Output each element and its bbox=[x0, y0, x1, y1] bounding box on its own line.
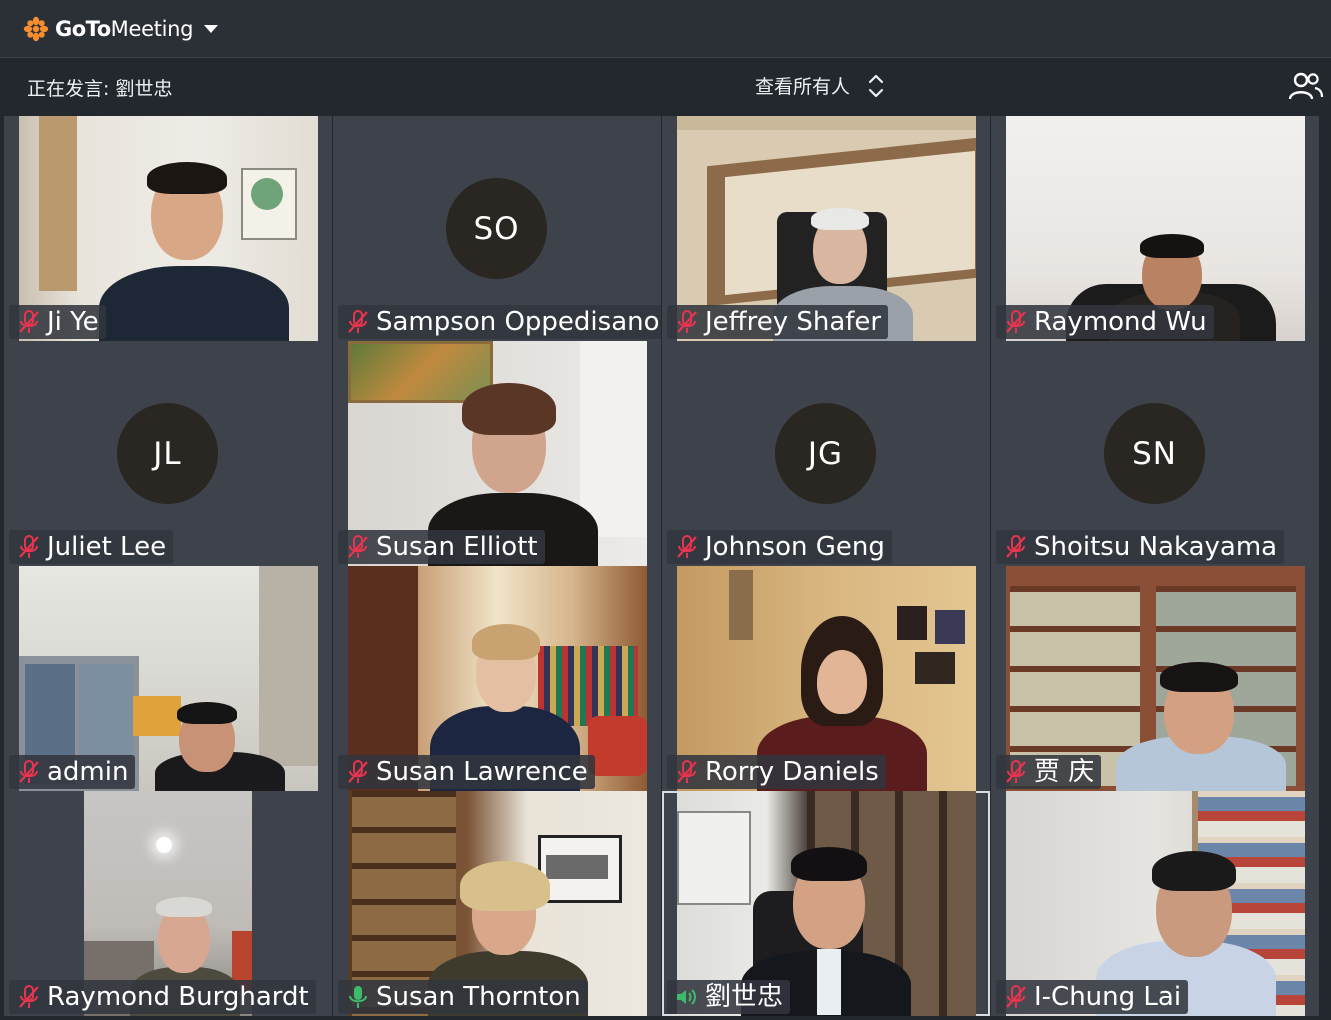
sort-updown-icon bbox=[868, 74, 884, 97]
participant-name-tag: I-Chung Lai bbox=[996, 980, 1189, 1014]
microphone-muted-icon bbox=[17, 309, 41, 335]
participant-name-tag: Susan Thornton bbox=[338, 980, 588, 1014]
people-icon bbox=[1288, 72, 1324, 100]
participant-name: Jeffrey Shafer bbox=[705, 307, 882, 337]
brand-name-regular: Meeting bbox=[110, 16, 194, 41]
participant-tile[interactable]: Susan Thornton bbox=[333, 791, 661, 1016]
participant-tile[interactable]: Susan Elliott bbox=[333, 341, 661, 566]
participant-name-tag: Susan Lawrence bbox=[338, 755, 595, 789]
microphone-muted-icon bbox=[675, 759, 699, 785]
microphone-muted-icon bbox=[1004, 759, 1028, 785]
participant-name: Susan Thornton bbox=[376, 982, 581, 1012]
speaker-active-icon bbox=[675, 984, 699, 1010]
participant-avatar: JG bbox=[775, 403, 876, 504]
participant-name-tag: Johnson Geng bbox=[667, 530, 892, 564]
participant-name-tag: Susan Elliott bbox=[338, 530, 545, 564]
microphone-muted-icon bbox=[17, 984, 41, 1010]
participant-tile[interactable]: I-Chung Lai bbox=[991, 791, 1319, 1016]
microphone-muted-icon bbox=[17, 534, 41, 560]
participant-name: Johnson Geng bbox=[705, 532, 885, 562]
view-selector-label: 查看所有人 bbox=[755, 76, 851, 98]
participant-name: Susan Lawrence bbox=[376, 757, 588, 787]
participant-name: 劉世忠 bbox=[705, 982, 784, 1012]
participant-tile[interactable]: Raymond Burghardt bbox=[4, 791, 332, 1016]
microphone-muted-icon bbox=[1004, 984, 1028, 1010]
participant-tile[interactable]: Raymond Wu bbox=[991, 116, 1319, 341]
participants-button[interactable] bbox=[1288, 71, 1324, 105]
participant-name: 贾 庆 bbox=[1034, 757, 1095, 787]
view-selector[interactable]: 查看所有人 bbox=[755, 72, 884, 99]
participant-name: Shoitsu Nakayama bbox=[1034, 532, 1278, 562]
participant-tile[interactable]: Ji Ye bbox=[4, 116, 332, 341]
participant-name: Susan Elliott bbox=[376, 532, 538, 562]
participant-name-tag: admin bbox=[9, 755, 136, 789]
microphone-unmuted-icon bbox=[346, 984, 370, 1010]
participant-name: Ji Ye bbox=[47, 307, 99, 337]
participant-tile[interactable]: SO Sampson Oppedisano bbox=[333, 116, 661, 341]
participant-name: Juliet Lee bbox=[47, 532, 167, 562]
participant-name: Rorry Daniels bbox=[705, 757, 879, 787]
participant-tile[interactable]: Susan Lawrence bbox=[333, 566, 661, 791]
microphone-muted-icon bbox=[1004, 534, 1028, 560]
participant-name-tag: Juliet Lee bbox=[9, 530, 174, 564]
participant-name-tag: Sampson Oppedisano bbox=[338, 305, 661, 339]
participant-name: admin bbox=[47, 757, 129, 787]
participant-tile[interactable]: SN Shoitsu Nakayama bbox=[991, 341, 1319, 566]
participant-name: Raymond Wu bbox=[1034, 307, 1207, 337]
goto-logo-icon bbox=[23, 16, 49, 41]
participant-name: Raymond Burghardt bbox=[47, 982, 309, 1012]
participant-name: Sampson Oppedisano bbox=[376, 307, 660, 337]
speaker-bar: 正在发言: 劉世忠 查看所有人 bbox=[0, 58, 1331, 114]
participant-name-tag: Ji Ye bbox=[9, 305, 106, 339]
participant-tile[interactable]: JL Juliet Lee bbox=[4, 341, 332, 566]
participant-tile[interactable]: admin bbox=[4, 566, 332, 791]
participant-tile[interactable]: Jeffrey Shafer bbox=[662, 116, 990, 341]
microphone-muted-icon bbox=[346, 759, 370, 785]
participant-avatar: JL bbox=[117, 403, 218, 504]
microphone-muted-icon bbox=[1004, 309, 1028, 335]
participant-avatar: SO bbox=[446, 178, 547, 279]
participant-name-tag: Raymond Burghardt bbox=[9, 980, 316, 1014]
participant-name: I-Chung Lai bbox=[1034, 982, 1182, 1012]
microphone-muted-icon bbox=[675, 309, 699, 335]
microphone-muted-icon bbox=[17, 759, 41, 785]
participant-tile[interactable]: JG Johnson Geng bbox=[662, 341, 990, 566]
microphone-muted-icon bbox=[675, 534, 699, 560]
participant-name-tag: 劉世忠 bbox=[667, 980, 791, 1014]
participant-tile[interactable]: Rorry Daniels bbox=[662, 566, 990, 791]
current-speaker-label: 正在发言: 劉世忠 bbox=[27, 78, 173, 100]
participant-tile-active-speaker[interactable]: 劉世忠 bbox=[662, 791, 990, 1016]
participant-avatar: SN bbox=[1104, 403, 1205, 504]
chevron-down-icon bbox=[204, 24, 219, 33]
participant-tile[interactable]: 贾 庆 bbox=[991, 566, 1319, 791]
participant-name-tag: Shoitsu Nakayama bbox=[996, 530, 1285, 564]
microphone-muted-icon bbox=[346, 309, 370, 335]
microphone-muted-icon bbox=[346, 534, 370, 560]
participant-name-tag: Rorry Daniels bbox=[667, 755, 886, 789]
app-menu-button[interactable]: GoTo Meeting bbox=[23, 16, 219, 42]
participant-name-tag: 贾 庆 bbox=[996, 755, 1102, 789]
title-bar: GoTo Meeting bbox=[0, 0, 1331, 58]
participant-name-tag: Jeffrey Shafer bbox=[667, 305, 889, 339]
participant-name-tag: Raymond Wu bbox=[996, 305, 1214, 339]
brand-name-bold: GoTo bbox=[55, 16, 111, 41]
